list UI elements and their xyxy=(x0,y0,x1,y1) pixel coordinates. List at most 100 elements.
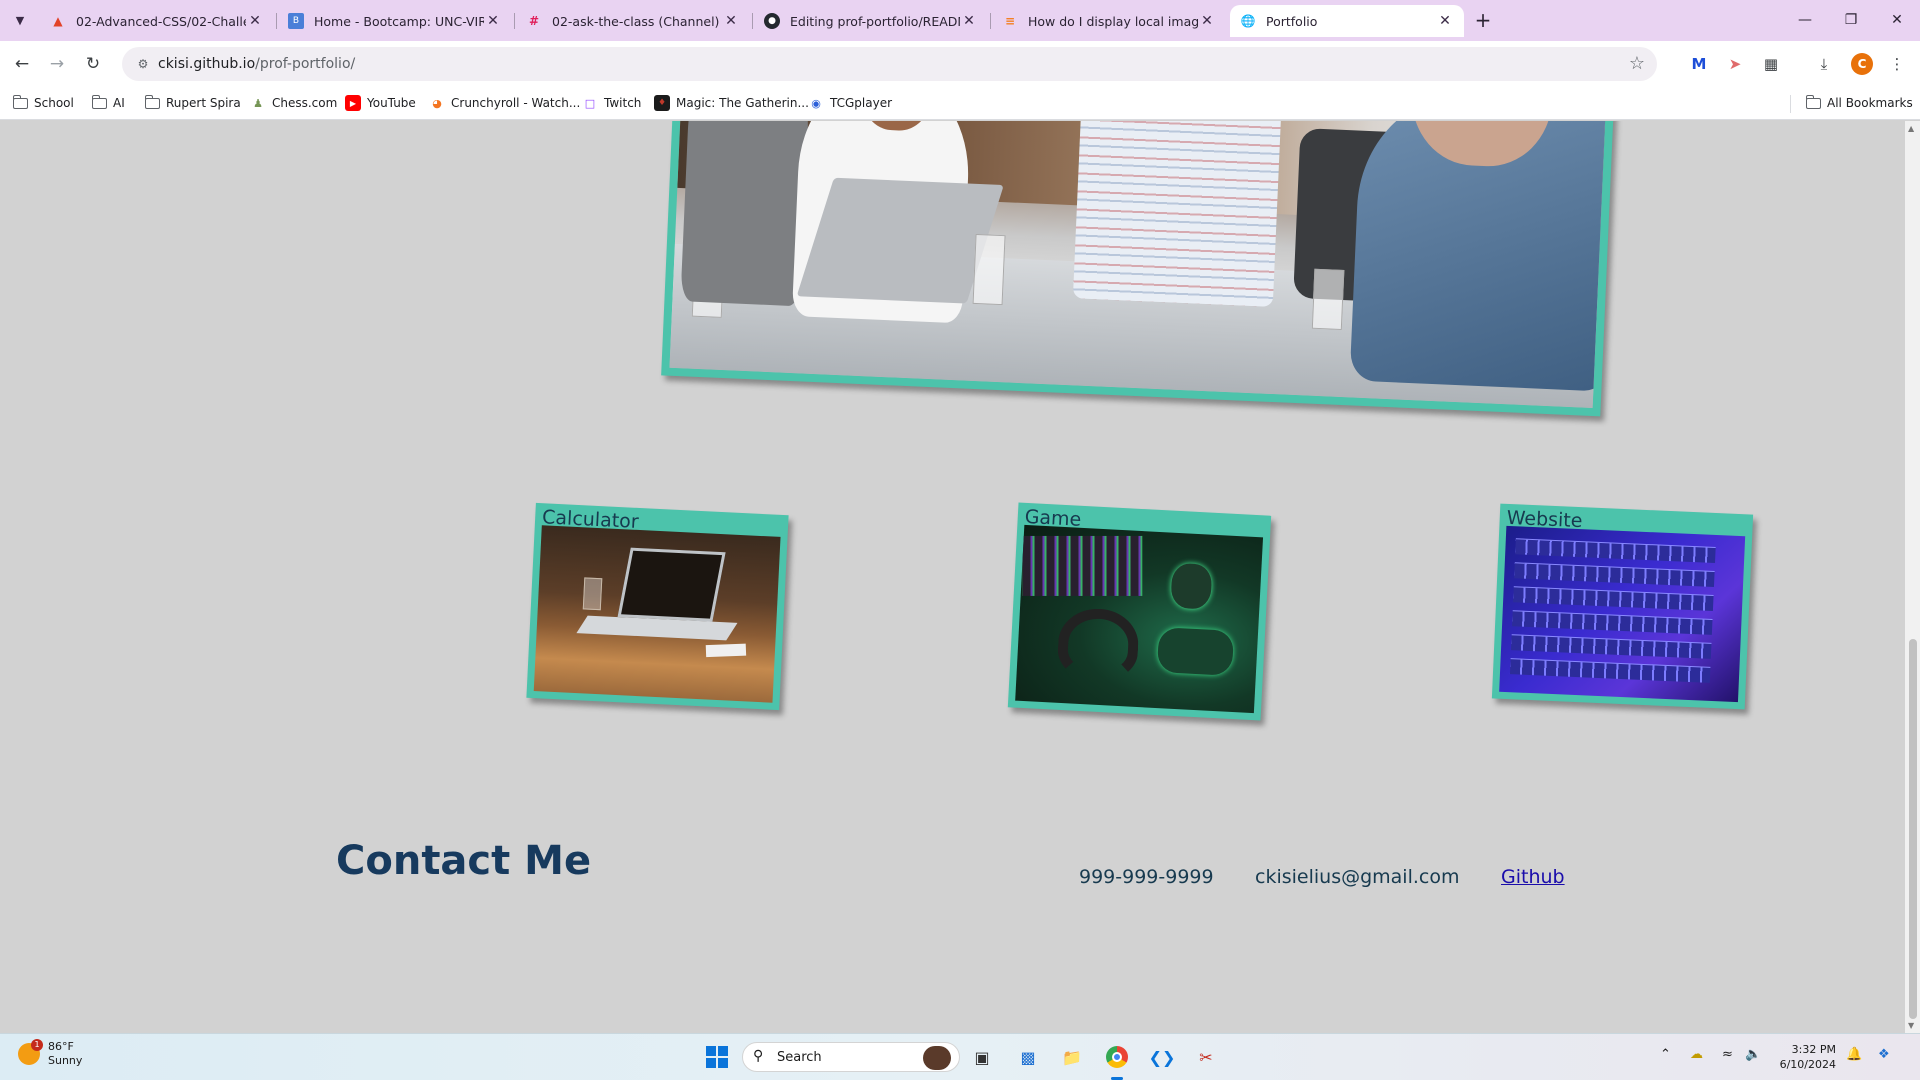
youtube-icon: ▶ xyxy=(345,95,361,111)
weather-widget[interactable]: 1 86°F Sunny xyxy=(18,1039,83,1068)
tab-ask-the-class[interactable]: # 02-ask-the-class (Channel) - UN ✕ xyxy=(516,5,750,37)
bookmark-rupert-spira[interactable]: Rupert Spira xyxy=(144,94,241,112)
close-tab-icon[interactable]: ✕ xyxy=(960,13,978,29)
bookmark-star-icon[interactable]: ☆ xyxy=(1629,53,1645,74)
weather-condition: Sunny xyxy=(48,1054,83,1067)
bookmark-youtube[interactable]: ▶ YouTube xyxy=(345,94,416,112)
snipping-tool-icon[interactable]: ✂ xyxy=(1192,1043,1220,1071)
clock-date: 6/10/2024 xyxy=(1779,1058,1836,1071)
tab-divider xyxy=(752,13,753,29)
portfolio-page: Calculator Game Website Contact Me 999-9… xyxy=(0,121,1905,1033)
sun-icon: 1 xyxy=(18,1039,43,1065)
bookmarks-divider xyxy=(1790,95,1791,113)
tab-strip: ▼ ▲ 02-Advanced-CSS/02-Challeng ✕ B Home… xyxy=(0,0,1920,41)
bookmark-magic[interactable]: ♦ Magic: The Gatherin... xyxy=(654,94,809,112)
wifi-icon[interactable]: ≈ xyxy=(1722,1047,1733,1062)
close-tab-icon[interactable]: ✕ xyxy=(1436,13,1454,29)
new-tab-button[interactable]: + xyxy=(1470,8,1496,34)
all-bookmarks-button[interactable]: All Bookmarks xyxy=(1805,94,1913,112)
close-tab-icon[interactable]: ✕ xyxy=(246,13,264,29)
project-card-calculator[interactable]: Calculator xyxy=(526,502,789,711)
menu-kebab-icon[interactable]: ⋮ xyxy=(1886,53,1908,75)
chevron-down-icon: ▼ xyxy=(15,13,25,27)
downloads-icon[interactable]: ⤓ xyxy=(1813,53,1835,75)
malwarebytes-extension-icon[interactable]: M xyxy=(1688,53,1710,75)
volume-icon[interactable]: 🔈 xyxy=(1745,1047,1761,1062)
forward-button[interactable]: → xyxy=(42,49,72,79)
tab-editing-readme[interactable]: ● Editing prof-portfolio/README ✕ xyxy=(754,5,988,37)
taskbar-search[interactable]: ⚲ Search xyxy=(742,1042,960,1072)
team-meeting-photo xyxy=(669,121,1607,409)
profile-avatar[interactable]: C xyxy=(1851,53,1873,75)
onedrive-icon[interactable]: ☁ xyxy=(1690,1047,1703,1062)
reload-button[interactable]: ↻ xyxy=(78,49,108,79)
folder-icon xyxy=(91,94,107,109)
chess-pawn-icon: ♟ xyxy=(253,96,263,110)
close-tab-icon[interactable]: ✕ xyxy=(1198,13,1216,29)
bookmark-twitch[interactable]: □ Twitch xyxy=(582,94,642,112)
page-scrollbar[interactable]: ▲ ▼ xyxy=(1905,121,1920,1033)
notification-bell-icon[interactable]: 🔔 xyxy=(1846,1047,1862,1062)
windows-taskbar: 1 86°F Sunny ⚲ Search ▣ ▩ 📁 ❮❯ ✂ ⌃ ☁ ≈ 🔈… xyxy=(0,1033,1920,1080)
browser-toolbar: ← → ↻ ⚙ ckisi.github.io/prof-portfolio/ … xyxy=(0,41,1920,86)
stackoverflow-icon: ≡ xyxy=(1004,14,1016,28)
store-icon[interactable]: ▩ xyxy=(1014,1043,1042,1071)
scrollbar-thumb[interactable] xyxy=(1909,639,1917,1019)
tab-advanced-css[interactable]: ▲ 02-Advanced-CSS/02-Challeng ✕ xyxy=(40,5,274,37)
start-button[interactable] xyxy=(703,1043,731,1071)
tab-portfolio[interactable]: 🌐 Portfolio ✕ xyxy=(1230,5,1464,37)
hero-image-frame xyxy=(661,121,1615,417)
laptop-photo xyxy=(533,525,781,703)
extension-arrow-icon[interactable]: ➤ xyxy=(1724,53,1746,75)
contact-heading: Contact Me xyxy=(336,838,592,884)
close-tab-icon[interactable]: ✕ xyxy=(722,13,740,29)
crunchyroll-icon: ◕ xyxy=(432,96,442,110)
github-icon: ● xyxy=(764,13,780,29)
tab-bootcamp-home[interactable]: B Home - Bootcamp: UNC-VIRT-F ✕ xyxy=(278,5,512,37)
tab-stackoverflow[interactable]: ≡ How do I display local image in ✕ xyxy=(992,5,1226,37)
bookmark-tcgplayer[interactable]: ◉ TCGplayer xyxy=(808,94,892,112)
search-highlight-icon xyxy=(923,1046,951,1070)
minimize-button[interactable]: — xyxy=(1782,6,1828,34)
chrome-icon[interactable] xyxy=(1103,1043,1131,1071)
close-tab-icon[interactable]: ✕ xyxy=(484,13,502,29)
contact-email[interactable]: ckisielius@gmail.com xyxy=(1255,866,1459,888)
bookmark-chess[interactable]: ♟ Chess.com xyxy=(250,94,337,112)
task-view-icon[interactable]: ▣ xyxy=(968,1043,996,1071)
copilot-icon[interactable]: ❖ xyxy=(1878,1047,1890,1062)
scroll-down-icon[interactable]: ▼ xyxy=(1908,1021,1914,1030)
bookmark-school[interactable]: School xyxy=(12,94,74,112)
address-bar[interactable]: ⚙ ckisi.github.io/prof-portfolio/ ☆ xyxy=(122,47,1657,81)
tab-divider xyxy=(514,13,515,29)
bookmark-crunchyroll[interactable]: ◕ Crunchyroll - Watch... xyxy=(429,94,580,112)
windows-logo-icon xyxy=(706,1046,728,1068)
arrow-right-icon: → xyxy=(49,54,65,74)
contact-phone: 999-999-9999 xyxy=(1079,866,1214,888)
chevron-up-icon[interactable]: ⌃ xyxy=(1660,1047,1671,1062)
tab-search-button[interactable]: ▼ xyxy=(8,8,32,32)
gitlab-icon: ▲ xyxy=(53,14,63,28)
notification-badge: 1 xyxy=(31,1039,43,1051)
vscode-icon[interactable]: ❮❯ xyxy=(1148,1043,1176,1071)
back-button[interactable]: ← xyxy=(7,49,37,79)
globe-icon: 🌐 xyxy=(1240,14,1256,28)
file-explorer-icon[interactable]: 📁 xyxy=(1058,1043,1086,1071)
tab-divider xyxy=(276,13,277,29)
system-clock[interactable]: 3:32 PM 6/10/2024 xyxy=(1774,1042,1836,1072)
folder-icon xyxy=(1805,94,1821,109)
tcgplayer-icon: ◉ xyxy=(811,96,821,110)
extensions-puzzle-icon[interactable]: ▦ xyxy=(1760,53,1782,75)
doc-icon: B xyxy=(288,13,304,29)
restore-button[interactable]: ❐ xyxy=(1828,6,1874,34)
bookmark-ai[interactable]: AI xyxy=(91,94,125,112)
site-info-icon[interactable]: ⚙ xyxy=(134,55,152,73)
close-window-button[interactable]: ✕ xyxy=(1874,6,1920,34)
slack-icon: # xyxy=(528,14,540,28)
twitch-icon: □ xyxy=(584,96,596,110)
github-link[interactable]: Github xyxy=(1501,866,1565,888)
project-card-website[interactable]: Website xyxy=(1491,503,1754,710)
scroll-up-icon[interactable]: ▲ xyxy=(1908,124,1914,133)
reload-icon: ↻ xyxy=(85,54,101,74)
project-card-game[interactable]: Game xyxy=(1007,502,1272,721)
server-rack-photo xyxy=(1499,525,1746,703)
